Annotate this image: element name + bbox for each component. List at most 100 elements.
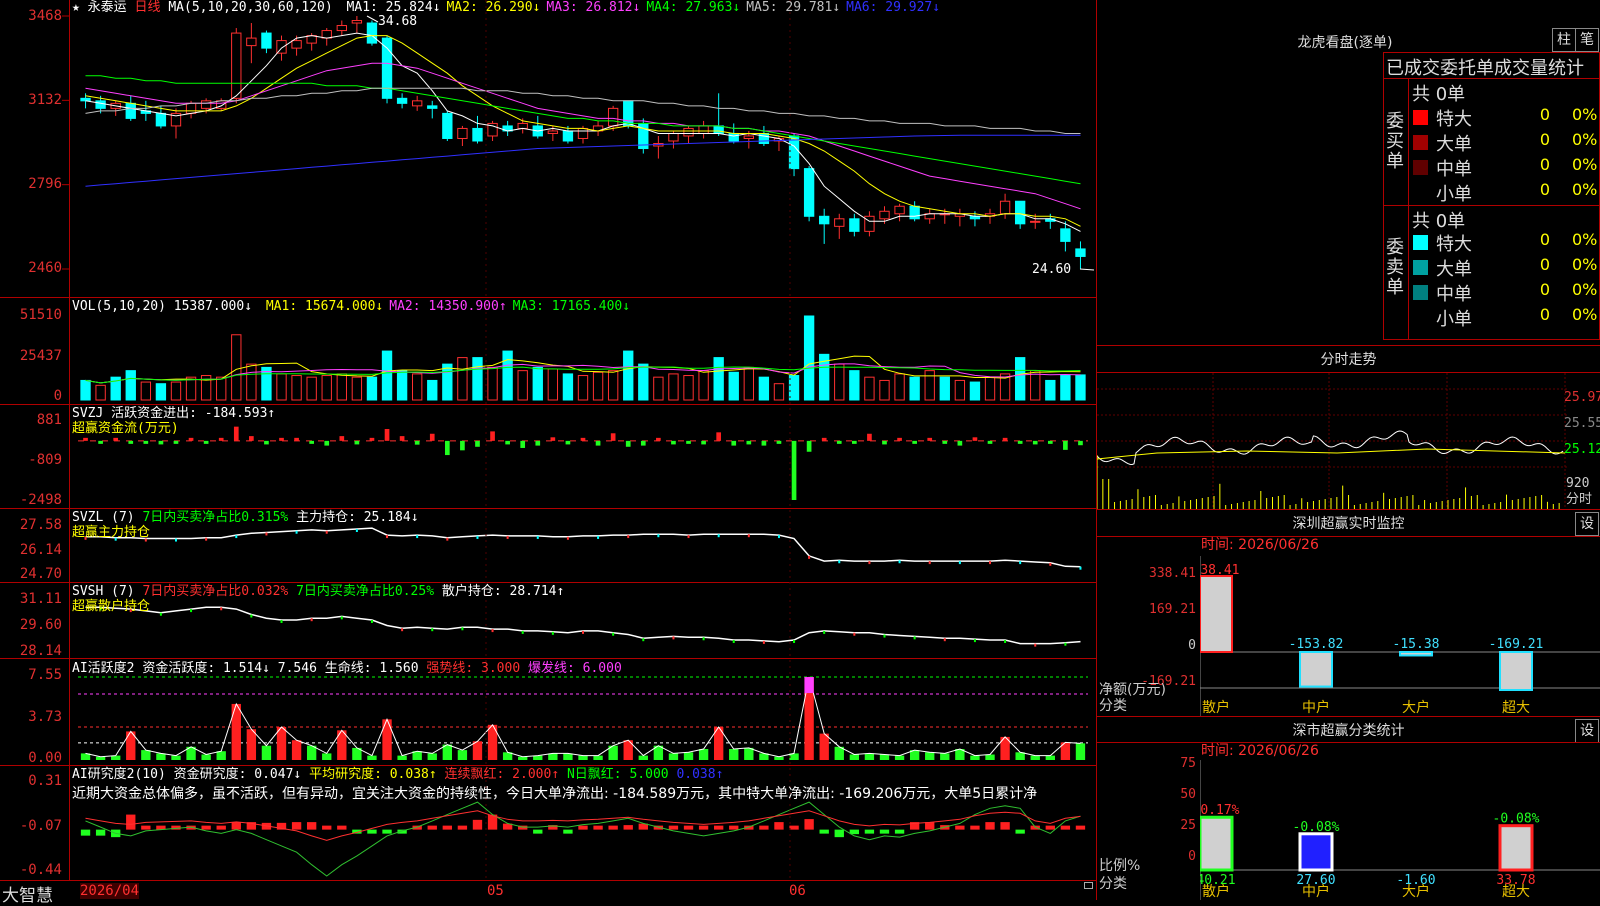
activity-bar [322, 753, 332, 760]
candle-body [562, 130, 574, 142]
vol-items-item: MA3: 17165.400↓ [512, 299, 631, 314]
volume-bar [351, 376, 363, 401]
main-chart-canvas[interactable] [0, 0, 1097, 900]
period-label[interactable]: 日线 [135, 0, 161, 15]
order-size-pct: 0% [1572, 180, 1598, 199]
research-bar [819, 829, 829, 834]
svzl-marker [536, 535, 539, 539]
svzj-bar [927, 437, 933, 441]
vol-axis-label: 0 [53, 388, 62, 404]
ai-active-value: 资金活跃度: 1.514↓ [142, 661, 270, 676]
candle-body [713, 125, 724, 134]
tick-view-button[interactable]: 笔 [1575, 28, 1599, 52]
candle-body [607, 107, 619, 127]
svzl-marker [235, 535, 238, 539]
candle-body [336, 25, 347, 32]
svzj-bar [701, 440, 706, 445]
candle-body [1075, 248, 1086, 257]
candle-body [1030, 220, 1041, 223]
svsh-marker [280, 620, 283, 623]
sz-bar-label: -169.21 [1489, 637, 1544, 652]
research-bar [442, 825, 453, 830]
lock-icon[interactable] [1084, 882, 1093, 889]
stat-vdivider [1408, 78, 1409, 340]
brand-label[interactable]: 大智慧 [2, 881, 53, 906]
volume-bar [185, 376, 197, 401]
volume-bar [879, 379, 890, 401]
svsh-line [85, 606, 1081, 645]
order-size-count: 0 [1539, 130, 1550, 149]
svzj-bar [640, 440, 646, 446]
volume-bar [758, 376, 770, 401]
svzj-axis-label: -2498 [19, 492, 62, 508]
ai-research-axis-label: -0.44 [19, 862, 62, 878]
cls-settings-button[interactable]: 设 [1575, 719, 1599, 743]
volume-bar [984, 376, 996, 401]
buy-side-label: 委买单 [1386, 111, 1404, 172]
volume-bar [849, 370, 860, 401]
activity-bar [216, 751, 226, 760]
candle-body [396, 97, 408, 104]
volume-bar [216, 376, 227, 401]
svzj-bar [942, 440, 948, 444]
activity-bar [141, 750, 151, 760]
volume-bar [638, 363, 649, 401]
volume-bar [969, 381, 981, 401]
favorite-star-icon[interactable]: ★ [72, 0, 80, 15]
svzj-bar [113, 437, 119, 441]
order-size-swatch [1413, 135, 1428, 150]
research-bar [593, 825, 603, 830]
volume-bar [517, 370, 528, 401]
cls-bar-chart[interactable]: +0.17%40.21散户-0.08%27.60中户-1.60大户-0.08%3… [1200, 760, 1600, 900]
svzj-bar [595, 440, 601, 446]
svzl-marker [717, 534, 720, 538]
volume-bar [894, 373, 905, 401]
svzj-bar [98, 440, 103, 444]
ai-research-nday: N日飘红: 5.000 [566, 767, 669, 782]
sz-settings-button[interactable]: 设 [1575, 512, 1599, 536]
ai-research-consec: 连续飘红: 2.000↑ [444, 767, 560, 782]
volume-bar [95, 384, 106, 401]
svzj-bar [490, 431, 495, 441]
activity-bar [593, 755, 603, 760]
research-bar [729, 825, 739, 830]
sz-bar-chart[interactable]: 338.41 散户 -153.82 中户 -15.38 大户 -169.21 超大 [1200, 556, 1600, 716]
bar-view-button[interactable]: 柱 [1552, 28, 1576, 52]
svzl-subtitle: 超赢主力持仓 [72, 525, 151, 540]
intraday-chart[interactable] [1097, 373, 1600, 509]
svzl-marker [295, 530, 298, 534]
candle-body [743, 135, 754, 139]
research-bar [1045, 825, 1055, 830]
stat-divider [1383, 205, 1600, 206]
activity-bar [729, 749, 739, 760]
svzj-bar [671, 440, 676, 445]
svsh-marker [943, 638, 946, 642]
svzj-bar [173, 440, 179, 444]
volume-bar [336, 373, 347, 401]
svsh-marker [913, 636, 916, 640]
vol-axis-label: 51510 [19, 307, 62, 323]
lhb-title: 龙虎看盘(逐单) [1297, 35, 1393, 51]
candle-body [442, 112, 453, 139]
ma-values: MA1: 25.824↓ MA2: 26.290↓ MA3: 26.812↓ MA4:… [341, 0, 941, 15]
volume-bar [532, 366, 543, 401]
activity-peak-marker [804, 677, 814, 694]
candle-body [668, 132, 679, 142]
svzj-bar [460, 440, 465, 451]
svzl-marker [265, 532, 268, 536]
research-bar [668, 825, 679, 830]
intraday-frame [1097, 345, 1600, 346]
svsh-marker [1034, 643, 1037, 647]
volume-bar [788, 375, 800, 401]
svzj-bar [610, 433, 616, 441]
intraday-avg-line [1097, 448, 1566, 460]
candle-body [185, 102, 197, 114]
svzj-bar [384, 429, 390, 441]
cls-xlabel: 分类 [1099, 876, 1127, 892]
candle-body [834, 218, 845, 227]
svsh-marker [521, 630, 524, 634]
activity-bar [925, 752, 935, 760]
svzl-marker [355, 528, 358, 532]
svzl-position: 主力持仓: 25.184↓ [296, 510, 419, 525]
vol-items-item: MA1: 15674.000↓ [265, 299, 384, 314]
